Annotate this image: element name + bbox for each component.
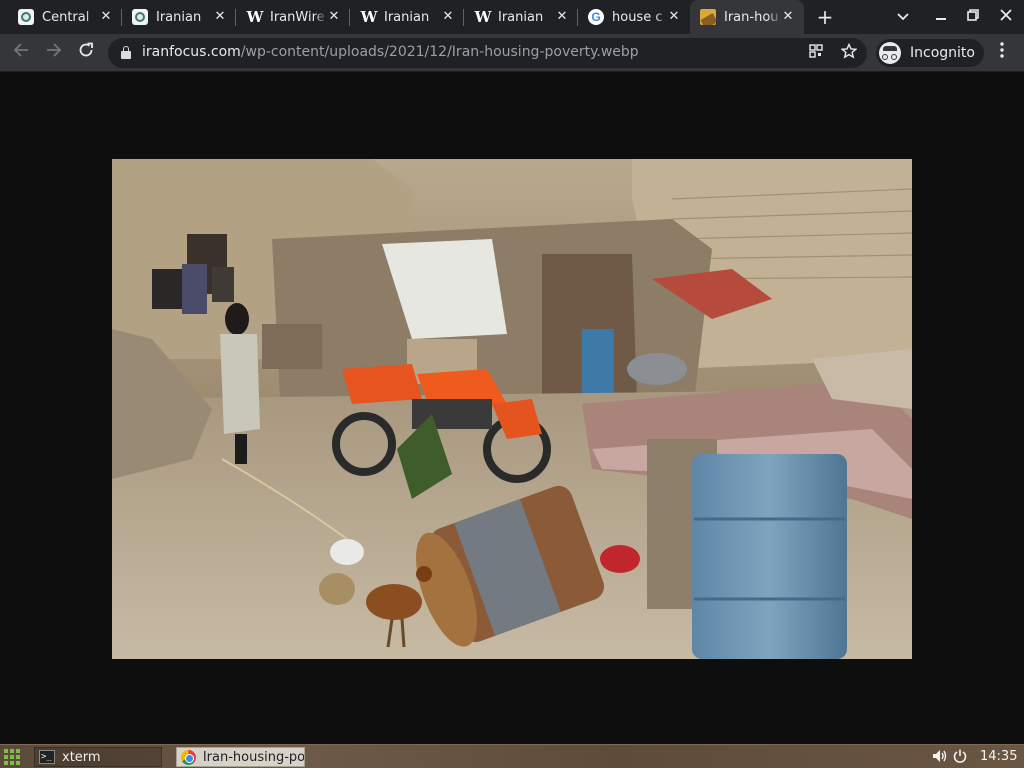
taskbar-item-label: Iran-housing-po — [202, 749, 304, 765]
tab-google-search[interactable]: G house c ✕ — [578, 0, 690, 34]
taskbar-item-xterm[interactable]: >_ xterm — [34, 747, 162, 767]
tab-iranian-2[interactable]: W Iranian ✕ — [350, 0, 464, 34]
tab-title: IranWire — [270, 9, 325, 25]
tab-iran-housing-active[interactable]: Iran-hou ✕ — [690, 0, 804, 34]
close-tab-icon[interactable]: ✕ — [780, 9, 796, 25]
close-icon — [1000, 9, 1012, 21]
close-window-button[interactable] — [993, 4, 1019, 30]
minimize-button[interactable] — [928, 4, 954, 30]
google-icon: G — [588, 9, 604, 25]
incognito-icon — [879, 42, 901, 64]
app-menu-icon[interactable] — [4, 749, 20, 765]
close-tab-icon[interactable]: ✕ — [326, 9, 342, 25]
reload-icon — [79, 42, 93, 57]
tab-search-button[interactable] — [890, 4, 916, 30]
tab-strip: Central ✕ Iranian ✕ W IranWire ✕ W Irani… — [0, 0, 1024, 34]
kebab-menu-icon — [1000, 42, 1004, 58]
close-tab-icon[interactable]: ✕ — [666, 9, 682, 25]
w-logo-icon: W — [360, 8, 378, 26]
close-tab-icon[interactable]: ✕ — [440, 9, 456, 25]
tab-iranian-3[interactable]: W Iranian ✕ — [464, 0, 578, 34]
back-button[interactable] — [7, 39, 35, 67]
os-taskbar: >_ xterm Iran-housing-po 14:35 — [0, 744, 1024, 768]
back-arrow-icon — [13, 43, 28, 57]
terminal-icon: >_ — [39, 750, 55, 764]
tab-iranwire[interactable]: W IranWire ✕ — [236, 0, 350, 34]
taskbar-item-label: xterm — [62, 749, 101, 765]
lock-icon[interactable] — [121, 46, 131, 59]
browser-toolbar: iranfocus.com/wp-content/uploads/2021/12… — [0, 34, 1024, 72]
restore-icon — [967, 9, 979, 21]
restore-button[interactable] — [960, 4, 986, 30]
clock[interactable]: 14:35 — [980, 749, 1017, 764]
url-host: iranfocus.com — [142, 44, 241, 60]
chevron-down-icon — [897, 13, 909, 21]
w-logo-icon: W — [474, 8, 492, 26]
image-viewer — [0, 73, 1024, 744]
url-path: /wp-content/uploads/2021/12/Iran-housing… — [240, 44, 639, 60]
seal-icon — [132, 9, 148, 25]
chrome-icon — [181, 749, 196, 765]
address-bar[interactable]: iranfocus.com/wp-content/uploads/2021/12… — [108, 38, 867, 68]
incognito-label: Incognito — [910, 45, 975, 61]
close-tab-icon[interactable]: ✕ — [98, 9, 114, 25]
tab-title: Iran-hou — [724, 9, 779, 25]
forward-button[interactable] — [40, 39, 68, 67]
browser-menu-button[interactable] — [990, 39, 1014, 67]
qr-code-icon[interactable] — [806, 43, 826, 63]
minimize-icon — [936, 18, 946, 20]
tab-title: Central — [42, 9, 90, 25]
tab-central[interactable]: Central ✕ — [8, 0, 122, 34]
incognito-profile-button[interactable]: Incognito — [876, 39, 984, 67]
url-text[interactable]: iranfocus.com/wp-content/uploads/2021/12… — [142, 44, 639, 60]
reload-button[interactable] — [72, 39, 100, 67]
forward-arrow-icon — [47, 43, 62, 57]
taskbar-item-chrome[interactable]: Iran-housing-po — [176, 747, 305, 767]
w-logo-icon: W — [246, 8, 264, 26]
close-tab-icon[interactable]: ✕ — [212, 9, 228, 25]
tab-title: Iranian — [498, 9, 544, 25]
housing-poverty-photo[interactable] — [112, 159, 912, 659]
tab-title: Iranian — [156, 9, 202, 25]
volume-icon[interactable] — [932, 749, 948, 765]
image-icon — [700, 9, 716, 25]
tab-iranian-1[interactable]: Iranian ✕ — [122, 0, 236, 34]
new-tab-button[interactable]: + — [812, 4, 838, 30]
power-icon[interactable] — [952, 749, 968, 765]
bookmark-star-icon[interactable] — [839, 42, 859, 63]
photo-illustration — [112, 159, 912, 659]
tab-title: Iranian — [384, 9, 430, 25]
tab-title: house c — [612, 9, 663, 25]
seal-icon — [18, 9, 34, 25]
close-tab-icon[interactable]: ✕ — [554, 9, 570, 25]
